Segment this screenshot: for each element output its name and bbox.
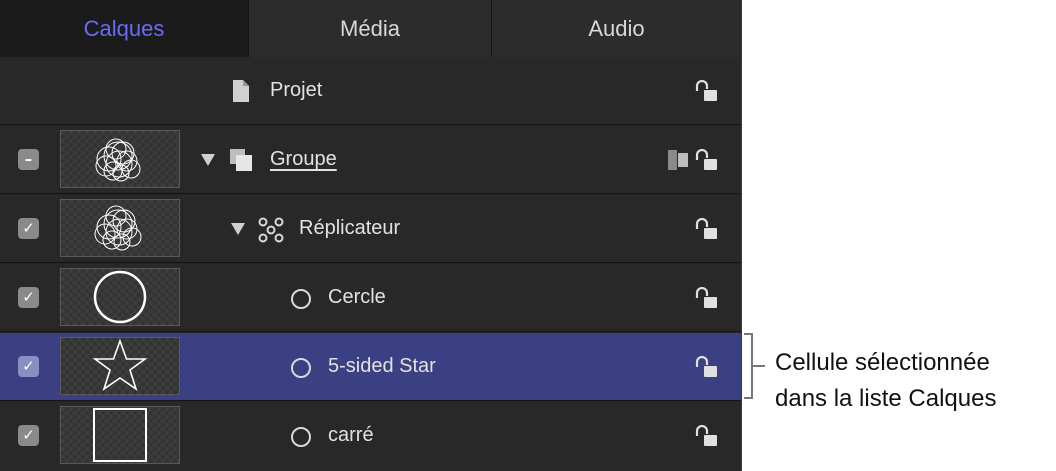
layer-name: Réplicateur xyxy=(299,217,401,239)
unlock-icon[interactable] xyxy=(695,218,719,240)
thumbnail xyxy=(60,199,180,257)
scribble-thumbnail xyxy=(95,138,141,182)
layer-row-5-sided-star[interactable]: ✓ 5-sided Star xyxy=(0,333,741,401)
layer-row-carre[interactable]: ✓ carré xyxy=(0,402,741,471)
layers-panel: Calques Média Audio Projet – Groupe ✓ Ré… xyxy=(0,0,742,471)
tab-calques[interactable]: Calques xyxy=(0,0,248,57)
layer-row-replicateur[interactable]: ✓ Réplicateur xyxy=(0,195,741,263)
callout-bracket xyxy=(744,333,753,399)
disclosure-triangle-icon[interactable] xyxy=(231,223,245,235)
thumbnail xyxy=(60,406,180,464)
tab-bar: Calques Média Audio xyxy=(0,0,741,58)
unlock-icon[interactable] xyxy=(695,149,719,171)
layer-name: Groupe xyxy=(270,148,337,170)
layer-row-groupe[interactable]: – Groupe xyxy=(0,126,741,194)
layer-name: carré xyxy=(328,424,374,446)
checkbox-checked[interactable]: ✓ xyxy=(18,218,39,239)
layer-row-cercle[interactable]: ✓ Cercle xyxy=(0,264,741,332)
thumbnail xyxy=(60,337,180,395)
square-thumbnail xyxy=(93,408,147,462)
checkbox-checked[interactable]: ✓ xyxy=(18,425,39,446)
unlock-icon[interactable] xyxy=(695,80,719,102)
circle-thumbnail xyxy=(93,270,147,324)
callout-line-2: dans la liste Calques xyxy=(775,385,997,412)
layer-name: Projet xyxy=(270,79,323,101)
shape-circle-icon xyxy=(291,289,311,309)
tab-media[interactable]: Média xyxy=(248,0,491,57)
checkbox-mixed[interactable]: – xyxy=(18,149,39,170)
checkbox-checked[interactable]: ✓ xyxy=(18,287,39,308)
shape-circle-icon xyxy=(291,427,311,447)
layer-row-projet[interactable]: Projet xyxy=(0,57,741,125)
tab-audio[interactable]: Audio xyxy=(491,0,741,57)
callout-annotation: Cellule sélectionnée dans la liste Calqu… xyxy=(775,345,996,417)
thumbnail xyxy=(60,130,180,188)
group-icon xyxy=(230,149,252,171)
shape-circle-icon xyxy=(291,358,311,378)
star-thumbnail xyxy=(92,338,148,391)
layer-name: 5-sided Star xyxy=(328,355,436,377)
disclosure-triangle-icon[interactable] xyxy=(201,154,215,166)
unlock-icon[interactable] xyxy=(695,425,719,447)
thumbnail xyxy=(60,268,180,326)
tags-icon xyxy=(668,150,688,170)
callout-line-1: Cellule sélectionnée xyxy=(775,349,990,376)
unlock-icon[interactable] xyxy=(695,287,719,309)
scribble-thumbnail xyxy=(94,205,142,251)
unlock-icon[interactable] xyxy=(695,356,719,378)
layer-name: Cercle xyxy=(328,286,386,308)
replicator-icon xyxy=(258,217,284,243)
callout-leader-line xyxy=(753,365,765,367)
checkbox-checked[interactable]: ✓ xyxy=(18,356,39,377)
document-icon xyxy=(233,80,249,102)
